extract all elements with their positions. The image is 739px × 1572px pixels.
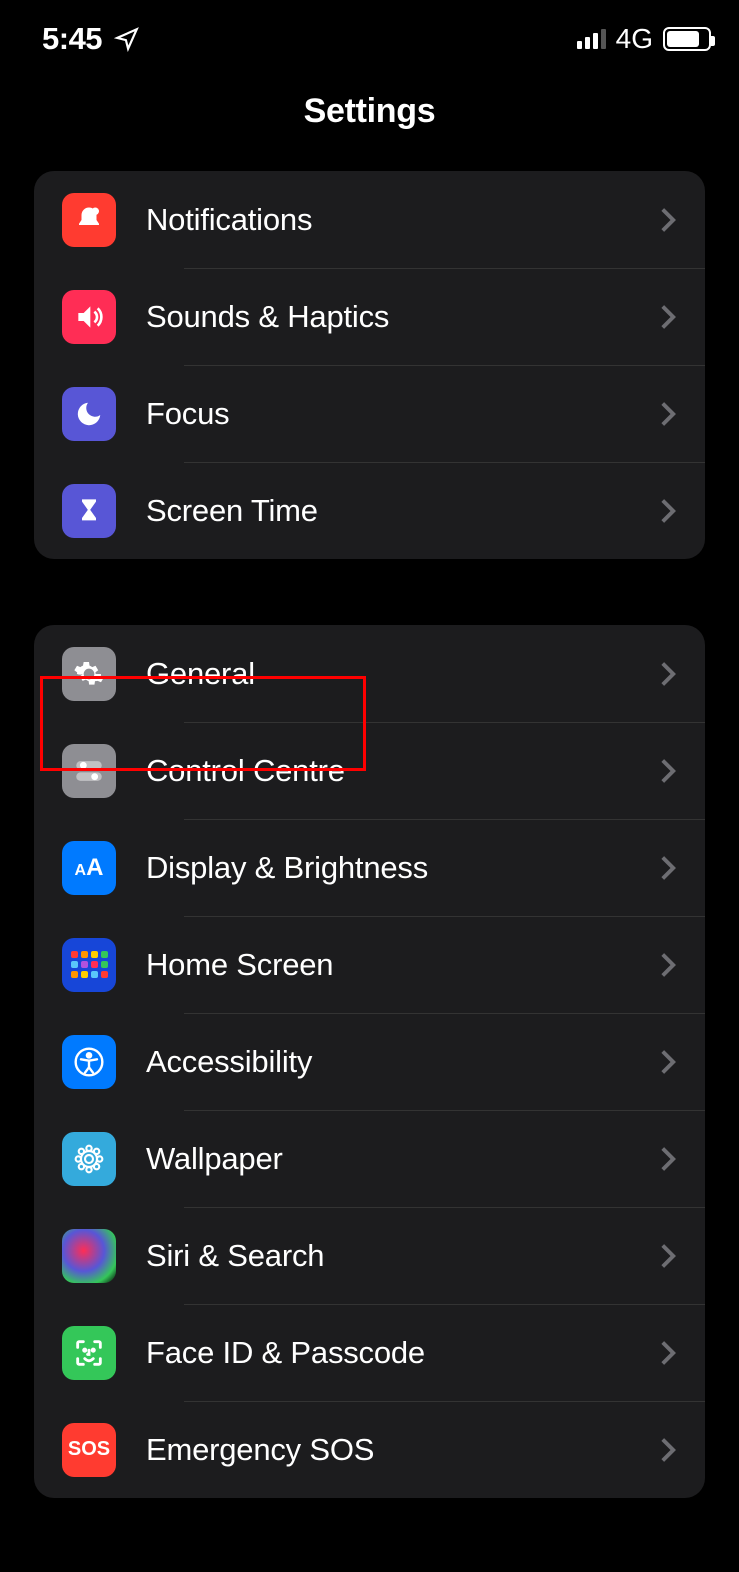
gear-icon [62, 647, 116, 701]
row-label: Sounds & Haptics [146, 299, 659, 335]
face-id-passcode-item[interactable]: Face ID & Passcode [34, 1304, 705, 1401]
row-label: Wallpaper [146, 1141, 659, 1177]
display-icon: AA [62, 841, 116, 895]
status-right: 4G [577, 23, 711, 55]
wallpaper-icon [62, 1132, 116, 1186]
accessibility-item[interactable]: Accessibility [34, 1013, 705, 1110]
chevron-right-icon [659, 497, 677, 525]
screen-time-icon [62, 484, 116, 538]
chevron-right-icon [659, 1048, 677, 1076]
row-label: Screen Time [146, 493, 659, 529]
location-icon [114, 26, 140, 52]
chevron-right-icon [659, 400, 677, 428]
row-label: Face ID & Passcode [146, 1335, 659, 1371]
notifications-item[interactable]: Notifications [34, 171, 705, 268]
control-centre-item[interactable]: Control Centre [34, 722, 705, 819]
row-label: Siri & Search [146, 1238, 659, 1274]
chevron-right-icon [659, 303, 677, 331]
focus-item[interactable]: Focus [34, 365, 705, 462]
accessibility-icon [62, 1035, 116, 1089]
row-label: Focus [146, 396, 659, 432]
chevron-right-icon [659, 1145, 677, 1173]
settings-group-2: General Control Centre AA Display & Brig… [34, 625, 705, 1498]
emergency-sos-item[interactable]: SOS Emergency SOS [34, 1401, 705, 1498]
chevron-right-icon [659, 951, 677, 979]
siri-icon [62, 1229, 116, 1283]
status-time: 5:45 [42, 21, 102, 57]
sounds-haptics-item[interactable]: Sounds & Haptics [34, 268, 705, 365]
control-centre-icon [62, 744, 116, 798]
chevron-right-icon [659, 757, 677, 785]
row-label: Home Screen [146, 947, 659, 983]
row-label: Display & Brightness [146, 850, 659, 886]
chevron-right-icon [659, 1339, 677, 1367]
chevron-right-icon [659, 660, 677, 688]
notifications-icon [62, 193, 116, 247]
settings-group-1: Notifications Sounds & Haptics Focus Scr… [34, 171, 705, 559]
home-screen-item[interactable]: Home Screen [34, 916, 705, 1013]
row-label: General [146, 656, 659, 692]
row-label: Emergency SOS [146, 1432, 659, 1468]
row-label: Notifications [146, 202, 659, 238]
signal-icon [577, 29, 606, 49]
status-left: 5:45 [42, 21, 140, 57]
face-id-icon [62, 1326, 116, 1380]
chevron-right-icon [659, 1436, 677, 1464]
screen-time-item[interactable]: Screen Time [34, 462, 705, 559]
chevron-right-icon [659, 1242, 677, 1270]
wallpaper-item[interactable]: Wallpaper [34, 1110, 705, 1207]
chevron-right-icon [659, 206, 677, 234]
sos-icon: SOS [62, 1423, 116, 1477]
home-screen-icon [62, 938, 116, 992]
siri-search-item[interactable]: Siri & Search [34, 1207, 705, 1304]
page-title: Settings [0, 92, 739, 131]
display-brightness-item[interactable]: AA Display & Brightness [34, 819, 705, 916]
general-item[interactable]: General [34, 625, 705, 722]
focus-icon [62, 387, 116, 441]
row-label: Accessibility [146, 1044, 659, 1080]
row-label: Control Centre [146, 753, 659, 789]
chevron-right-icon [659, 854, 677, 882]
battery-icon [663, 27, 711, 51]
sounds-icon [62, 290, 116, 344]
status-bar: 5:45 4G [0, 0, 739, 64]
page-header: Settings [0, 64, 739, 171]
network-label: 4G [616, 23, 653, 55]
